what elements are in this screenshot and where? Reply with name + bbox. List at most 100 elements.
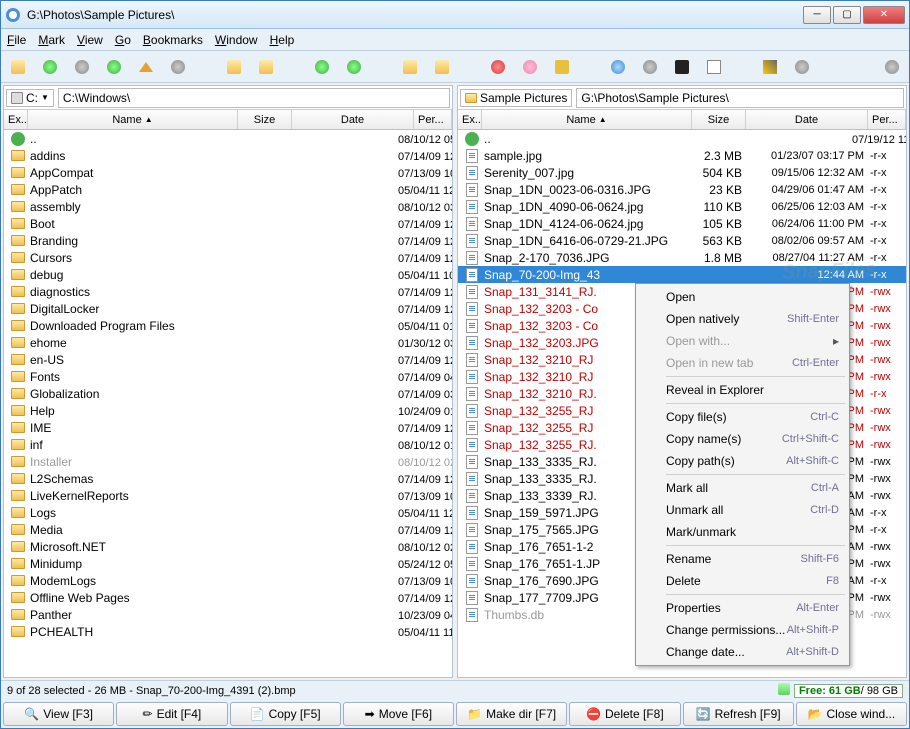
list-row[interactable]: Snap_70-200-Img_4312:44 AM-r-x: [458, 266, 906, 283]
list-row[interactable]: Media07/14/09 12:52 AMdrwx: [4, 521, 452, 538]
menu-go[interactable]: Go: [115, 33, 131, 47]
list-row[interactable]: Installer08/10/12 02:06 PMdrwx: [4, 453, 452, 470]
menu-bookmarks[interactable]: Bookmarks: [143, 33, 203, 47]
ctx-reveal-in-explorer[interactable]: Reveal in Explorer: [638, 379, 847, 401]
right-file-list[interactable]: SnapFiles ..07/19/12 11:01 AMsample.jpg2…: [458, 130, 906, 677]
box2-icon[interactable]: [433, 58, 451, 76]
list-row[interactable]: ..08/10/12 05:20 PM: [4, 130, 452, 147]
right-header-size[interactable]: Size: [692, 110, 746, 129]
home-icon[interactable]: [137, 58, 155, 76]
left-header-size[interactable]: Size: [238, 110, 292, 129]
right-header-name[interactable]: Name ▲: [482, 110, 692, 129]
list-row[interactable]: inf08/10/12 01:28 PMdrwx: [4, 436, 452, 453]
list-row[interactable]: Help10/24/09 01:05 AMdrwx: [4, 402, 452, 419]
list-row[interactable]: AppCompat07/13/09 10:37 PMdrwx: [4, 164, 452, 181]
ctx-copy-name-s-[interactable]: Copy name(s)Ctrl+Shift-C: [638, 428, 847, 450]
wand-icon[interactable]: [761, 58, 779, 76]
ctx-delete[interactable]: DeleteF8: [638, 570, 847, 592]
btn-view-f3-[interactable]: 🔍View [F3]: [3, 702, 114, 726]
folder1-icon[interactable]: [225, 58, 243, 76]
list-row[interactable]: Globalization07/14/09 03:54 AMdrwx: [4, 385, 452, 402]
list-row[interactable]: PCHEALTH05/04/11 11:01 AMdrwx: [4, 623, 452, 640]
right-folder-label[interactable]: Sample Pictures: [460, 89, 572, 107]
btn-move-f6-[interactable]: ➡Move [F6]: [343, 702, 454, 726]
btn-copy-f5-[interactable]: 📄Copy [F5]: [230, 702, 341, 726]
btn-delete-f8-[interactable]: ⛔Delete [F8]: [569, 702, 680, 726]
list-row[interactable]: IME07/14/09 12:56 AMdrwx: [4, 419, 452, 436]
ctx-change-permissions-[interactable]: Change permissions...Alt+Shift-P: [638, 619, 847, 641]
ctx-change-date-[interactable]: Change date...Alt+Shift-D: [638, 641, 847, 663]
box1-icon[interactable]: [401, 58, 419, 76]
ctx-mark-all[interactable]: Mark allCtrl-A: [638, 477, 847, 499]
left-header-date[interactable]: Date: [292, 110, 414, 129]
menu-window[interactable]: Window: [215, 33, 258, 47]
ctx-copy-file-s-[interactable]: Copy file(s)Ctrl-C: [638, 406, 847, 428]
minimize-button[interactable]: ─: [803, 6, 831, 24]
list-row[interactable]: DigitalLocker07/14/09 12:56 AMdrwx: [4, 300, 452, 317]
list-row[interactable]: Downloaded Program Files05/04/11 01:56 P…: [4, 317, 452, 334]
btn-make-dir-f7-[interactable]: 📁Make dir [F7]: [456, 702, 567, 726]
list-row[interactable]: Minidump05/24/12 05:00 PMdrwx: [4, 555, 452, 572]
net-icon[interactable]: [641, 58, 659, 76]
new-folder-icon[interactable]: [9, 58, 27, 76]
right-header-per[interactable]: Per...: [868, 110, 906, 129]
list-row[interactable]: ..07/19/12 11:01 AM: [458, 130, 906, 147]
btn-edit-f4-[interactable]: ✏Edit [F4]: [116, 702, 227, 726]
menu-help[interactable]: Help: [270, 33, 295, 47]
list-row[interactable]: Microsoft.NET08/10/12 02:02 PMdrwx: [4, 538, 452, 555]
left-header-name[interactable]: Name ▲: [28, 110, 238, 129]
ctx-properties[interactable]: PropertiesAlt-Enter: [638, 597, 847, 619]
list-row[interactable]: Snap_1DN_4090-06-0624.jpg110 KB06/25/06 …: [458, 198, 906, 215]
list-row[interactable]: Logs05/04/11 12:17 PMdrwx: [4, 504, 452, 521]
list-row[interactable]: LiveKernelReports07/13/09 10:03 PMdrwx: [4, 487, 452, 504]
list-row[interactable]: Snap_1DN_6416-06-0729-21.JPG563 KB08/02/…: [458, 232, 906, 249]
list-row[interactable]: Fonts07/14/09 04:42 PMdrwx: [4, 368, 452, 385]
list-row[interactable]: Cursors07/14/09 12:54 AMdrwx: [4, 249, 452, 266]
left-drive-combo[interactable]: C: ▼: [6, 89, 54, 107]
right-header-date[interactable]: Date: [746, 110, 868, 129]
refresh-icon[interactable]: [41, 58, 59, 76]
list-row[interactable]: assembly08/10/12 03:00 PMdrwx: [4, 198, 452, 215]
opt-icon[interactable]: [793, 58, 811, 76]
list-row[interactable]: debug05/04/11 10:41 AMdrwx: [4, 266, 452, 283]
maximize-button[interactable]: ▢: [833, 6, 861, 24]
key-icon[interactable]: [553, 58, 571, 76]
right-path-input[interactable]: [576, 88, 904, 108]
list-row[interactable]: Branding07/14/09 12:52 AMdrwx: [4, 232, 452, 249]
left-path-input[interactable]: [58, 88, 450, 108]
disk-icon[interactable]: [609, 58, 627, 76]
list-row[interactable]: Serenity_007.jpg504 KB09/15/06 12:32 AM-…: [458, 164, 906, 181]
ctx-rename[interactable]: RenameShift-F6: [638, 548, 847, 570]
menu-view[interactable]: View: [77, 33, 103, 47]
left-header-ext[interactable]: Ex..: [4, 110, 28, 129]
list-row[interactable]: Snap_1DN_0023-06-0316.JPG23 KB04/29/06 0…: [458, 181, 906, 198]
ctx-copy-path-s-[interactable]: Copy path(s)Alt+Shift-C: [638, 450, 847, 472]
ctx-mark-unmark[interactable]: Mark/unmark: [638, 521, 847, 543]
up-icon[interactable]: [169, 58, 187, 76]
ctx-open-natively[interactable]: Open nativelyShift-Enter: [638, 308, 847, 330]
list-row[interactable]: Snap_2-170_7036.JPG1.8 MB08/27/04 11:27 …: [458, 249, 906, 266]
fav1-icon[interactable]: [489, 58, 507, 76]
right-header-ext[interactable]: Ex..: [458, 110, 482, 129]
ctx-unmark-all[interactable]: Unmark allCtrl-D: [638, 499, 847, 521]
list-row[interactable]: addins07/14/09 12:52 AMdrwx: [4, 147, 452, 164]
sync1-icon[interactable]: [313, 58, 331, 76]
list-row[interactable]: AppPatch05/04/11 12:50 PMdrwx: [4, 181, 452, 198]
go-icon[interactable]: [105, 58, 123, 76]
list-row[interactable]: ModemLogs07/13/09 10:04 PMdrwx: [4, 572, 452, 589]
list-row[interactable]: Panther10/23/09 04:27 PMdrwx: [4, 606, 452, 623]
mail-icon[interactable]: [705, 58, 723, 76]
list-row[interactable]: Boot07/14/09 12:52 AMdrwx: [4, 215, 452, 232]
list-row[interactable]: sample.jpg2.3 MB01/23/07 03:17 PM-r-x: [458, 147, 906, 164]
close-button[interactable]: ✕: [863, 6, 905, 24]
list-row[interactable]: en-US07/14/09 12:56 AMdrwx: [4, 351, 452, 368]
fav2-icon[interactable]: [521, 58, 539, 76]
folder2-icon[interactable]: [257, 58, 275, 76]
list-row[interactable]: L2Schemas07/14/09 12:52 AMdrwx: [4, 470, 452, 487]
ctx-open[interactable]: Open: [638, 286, 847, 308]
list-row[interactable]: diagnostics07/14/09 12:52 AMdrwx: [4, 283, 452, 300]
sync2-icon[interactable]: [345, 58, 363, 76]
list-row[interactable]: Offline Web Pages07/14/09 12:54 AMdrwx: [4, 589, 452, 606]
list-row[interactable]: Snap_1DN_4124-06-0624.jpg105 KB06/24/06 …: [458, 215, 906, 232]
menu-mark[interactable]: Mark: [38, 33, 65, 47]
